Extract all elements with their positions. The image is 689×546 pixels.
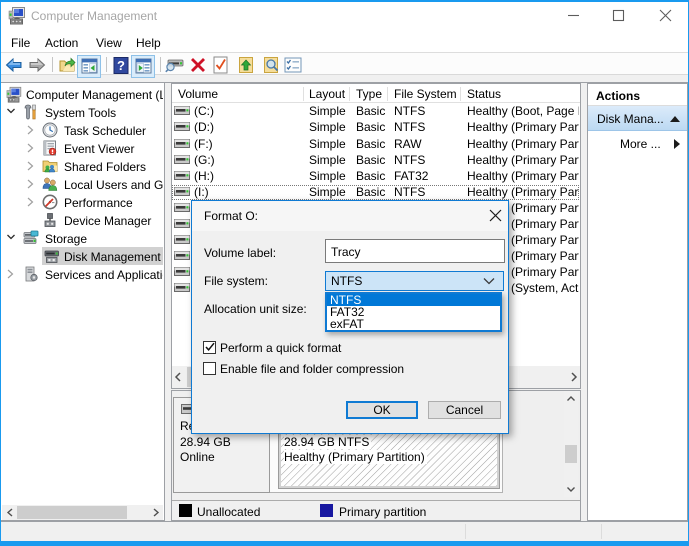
svg-text:?: ? — [117, 58, 125, 73]
